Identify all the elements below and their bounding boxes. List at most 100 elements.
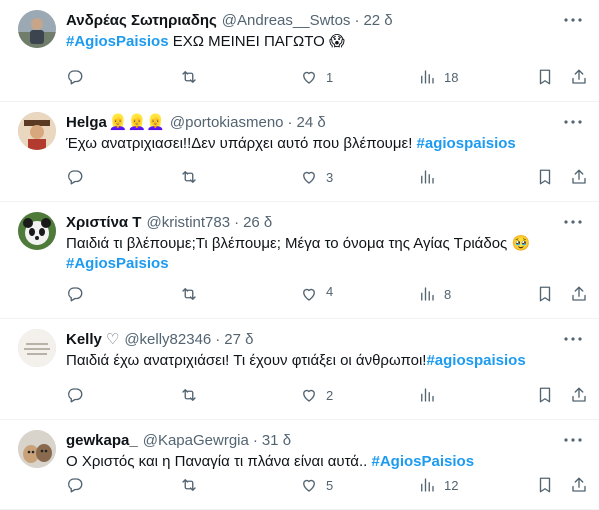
heart-icon	[303, 171, 315, 184]
share-button[interactable]	[570, 284, 588, 304]
bookmark-icon	[539, 286, 551, 302]
share-button[interactable]	[570, 475, 588, 495]
like-button[interactable]: 1	[300, 67, 333, 87]
hashtag-link[interactable]: #AgiosPaisios	[66, 255, 169, 272]
tweet-text: Παιδιά τι βλέπουμε;Τι βλέπουμε; Μέγα το …	[66, 234, 583, 274]
reply-button[interactable]	[66, 475, 84, 495]
display-name[interactable]: Χριστίνα Τ	[66, 214, 141, 231]
retweet-button[interactable]	[180, 475, 198, 495]
reply-button[interactable]	[66, 284, 84, 304]
views-button[interactable]	[418, 385, 436, 405]
bookmark-button[interactable]	[536, 475, 554, 495]
more-horizontal-icon[interactable]	[563, 214, 583, 230]
tweet-feed: Ανδρέας Σωτηριαδης @Andreas__Swtos · 22 …	[0, 0, 599, 510]
avatar[interactable]	[18, 430, 56, 468]
bookmark-button[interactable]	[536, 385, 554, 405]
user-handle[interactable]: @kelly82346	[124, 331, 211, 348]
like-button[interactable]: 3	[300, 167, 333, 187]
like-button[interactable]: 4	[300, 284, 333, 304]
tweet-text-part: ΕΧΩ ΜΕΙΝΕΙ ΠΑΓΩΤΟ	[168, 33, 329, 50]
tweet-text: Έχω ανατριχιασει!!Δεν υπάρχει αυτό που β…	[66, 134, 583, 154]
retweet-button[interactable]	[180, 385, 198, 405]
dot-separator: ·	[215, 330, 221, 348]
avatar[interactable]	[18, 112, 56, 150]
more-horizontal-icon[interactable]	[563, 12, 583, 28]
more-horizontal-icon[interactable]	[563, 432, 583, 448]
display-name[interactable]: gewkapa_	[66, 432, 138, 449]
tweet-actions: 1 18	[66, 67, 586, 87]
like-count: 4	[326, 283, 334, 299]
views-button[interactable]: 12	[418, 475, 458, 495]
avatar[interactable]	[18, 10, 56, 48]
tweet[interactable]: Ανδρέας Σωτηριαδης @Andreas__Swtos · 22 …	[0, 0, 599, 102]
user-handle[interactable]: @kristint783	[146, 214, 230, 231]
retweet-button[interactable]	[180, 67, 198, 87]
like-button[interactable]: 5	[300, 475, 333, 495]
hashtag-link[interactable]: #AgiosPaisios	[66, 33, 169, 50]
more-horizontal-icon[interactable]	[563, 114, 583, 130]
dot-separator: ·	[234, 213, 240, 231]
hashtag-link[interactable]: #AgiosPaisios	[372, 453, 475, 470]
user-handle[interactable]: @Andreas__Swtos	[222, 12, 351, 29]
tweet[interactable]: Χριστίνα Τ @kristint783 · 26 δ Παιδιά τι…	[0, 202, 599, 319]
tweet-text-part: Ο Χριστός και η Παναγία τι πλάνα είναι α…	[66, 453, 372, 470]
tweet-header: Kelly ♡ @kelly82346 · 27 δ	[66, 329, 583, 349]
display-name[interactable]: Kelly	[66, 331, 102, 348]
share-button[interactable]	[570, 385, 588, 405]
like-button[interactable]: 2	[300, 385, 333, 405]
user-handle[interactable]: @KapaGewrgia	[143, 432, 249, 449]
heart-icon	[303, 389, 315, 402]
reply-button[interactable]	[66, 167, 84, 187]
tweet[interactable]: Kelly ♡ @kelly82346 · 27 δ Παιδιά έχω αν…	[0, 319, 599, 420]
share-button[interactable]	[570, 167, 588, 187]
views-button[interactable]: 18	[418, 67, 458, 87]
tweet-text: Ο Χριστός και η Παναγία τι πλάνα είναι α…	[66, 452, 583, 472]
share-button[interactable]	[570, 67, 588, 87]
dot-separator: ·	[252, 431, 258, 449]
tweet-actions: 3	[66, 167, 586, 187]
tweet[interactable]: gewkapa_ @KapaGewrgia · 31 δ Ο Χριστός κ…	[0, 420, 599, 510]
tweet-text-part: Παιδιά έχω ανατριχιάσει! Τι έχουν φτιάξε…	[66, 352, 427, 369]
retweet-icon	[182, 389, 196, 401]
more-horizontal-icon[interactable]	[563, 331, 583, 347]
tweet-header: Helga 👱‍♀️👱‍♀️👱‍♀️ @portokiasmeno · 24 δ	[66, 112, 583, 132]
user-handle[interactable]: @portokiasmeno	[170, 114, 284, 131]
views-button[interactable]	[418, 167, 436, 187]
bookmark-icon	[539, 169, 551, 185]
timestamp[interactable]: 26 δ	[243, 214, 272, 231]
tweet-header: gewkapa_ @KapaGewrgia · 31 δ	[66, 430, 583, 450]
tweet[interactable]: Helga 👱‍♀️👱‍♀️👱‍♀️ @portokiasmeno · 24 δ…	[0, 102, 599, 202]
display-name[interactable]: Helga	[66, 114, 107, 131]
reply-button[interactable]	[66, 385, 84, 405]
tweet-header: Ανδρέας Σωτηριαδης @Andreas__Swtos · 22 …	[66, 10, 583, 30]
emoji: 😱	[328, 33, 345, 50]
bookmark-button[interactable]	[536, 67, 554, 87]
views-bar-chart-icon	[421, 170, 434, 184]
retweet-button[interactable]	[180, 167, 198, 187]
timestamp[interactable]: 31 δ	[262, 432, 291, 449]
share-upload-icon	[572, 387, 586, 402]
like-count: 3	[326, 169, 334, 185]
reply-button[interactable]	[66, 67, 84, 87]
timestamp[interactable]: 27 δ	[224, 331, 253, 348]
avatar[interactable]	[18, 329, 56, 367]
timestamp[interactable]: 22 δ	[363, 12, 392, 29]
display-name[interactable]: Ανδρέας Σωτηριαδης	[66, 12, 217, 29]
hashtag-link[interactable]: #agiospaisios	[426, 352, 525, 369]
timestamp[interactable]: 24 δ	[297, 114, 326, 131]
view-count: 12	[444, 477, 459, 493]
view-count: 8	[444, 286, 452, 302]
reply-bubble-icon	[68, 388, 83, 403]
bookmark-button[interactable]	[536, 284, 554, 304]
retweet-button[interactable]	[180, 284, 198, 304]
reply-bubble-icon	[68, 287, 83, 302]
retweet-icon	[182, 479, 196, 491]
tweet-actions: 2	[66, 385, 586, 405]
tweet-text: Παιδιά έχω ανατριχιάσει! Τι έχουν φτιάξε…	[66, 351, 583, 371]
avatar[interactable]	[18, 212, 56, 250]
hashtag-link[interactable]: #agiospaisios	[417, 135, 516, 152]
views-button[interactable]: 8	[418, 284, 451, 304]
dot-separator: ·	[287, 113, 293, 131]
tweet-actions: 4 8	[66, 284, 586, 304]
bookmark-button[interactable]	[536, 167, 554, 187]
